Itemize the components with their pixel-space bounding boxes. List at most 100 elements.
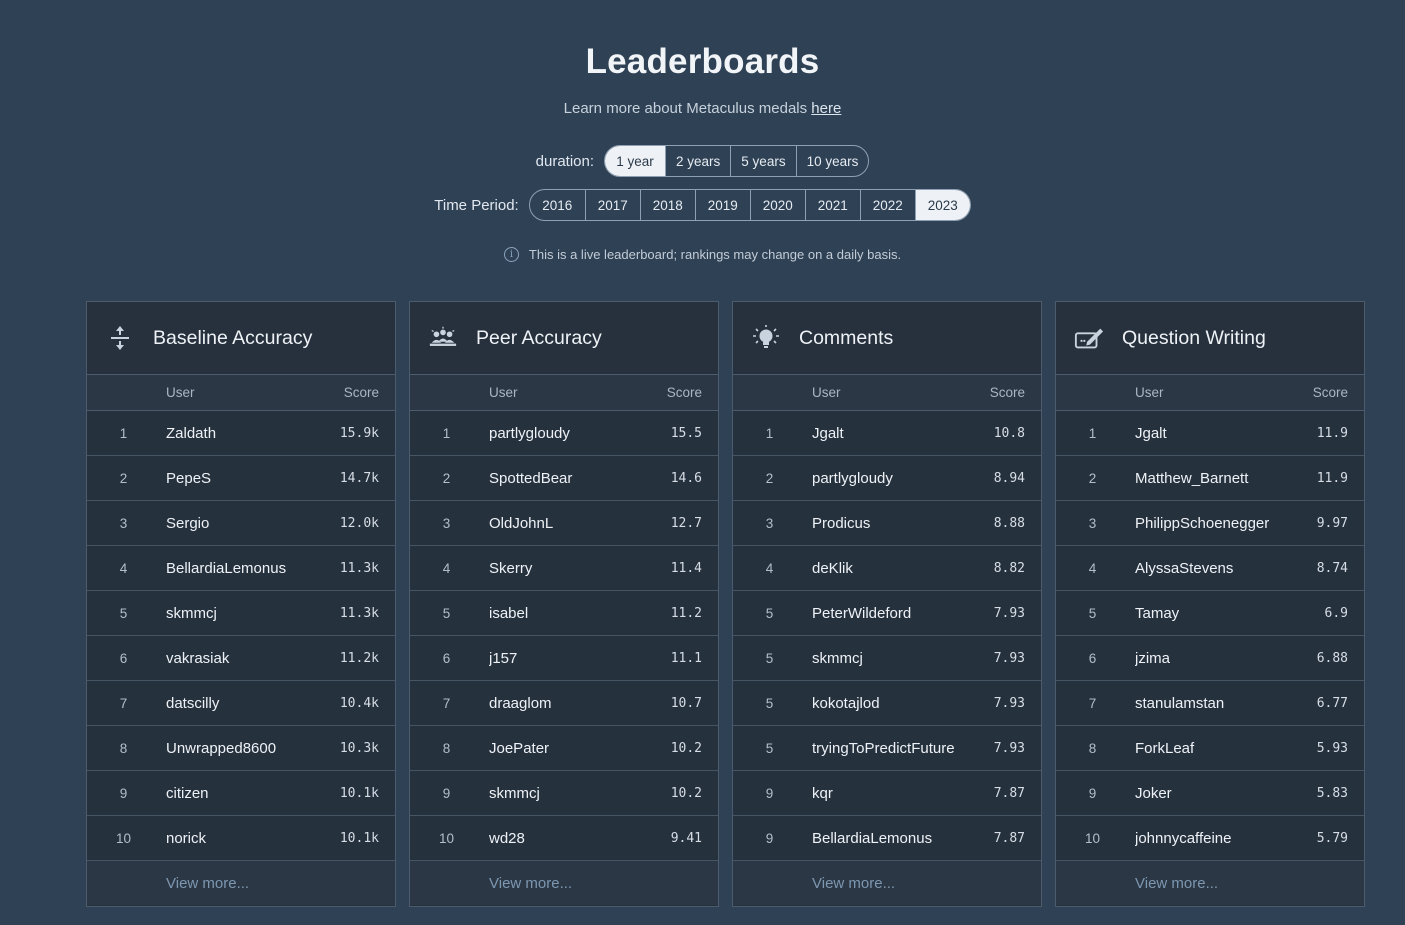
duration-option-10-years[interactable]: 10 years [795,146,869,176]
row-username[interactable]: isabel [489,605,632,622]
row-rank: 8 [442,740,451,756]
period-option-2023[interactable]: 2023 [914,190,970,220]
notice-text: This is a live leaderboard; rankings may… [528,247,902,262]
row-username[interactable]: skmmcj [812,650,955,667]
row-score: 7.87 [993,830,1025,846]
row-username[interactable]: JoePater [489,740,632,757]
row-rank: 3 [119,515,128,531]
row-username[interactable]: tryingToPredictFuture [812,740,955,757]
row-username[interactable]: skmmcj [489,785,632,802]
row-username[interactable]: partlygloudy [812,470,955,487]
view-more-link[interactable]: View more... [733,861,1041,905]
view-more-link[interactable]: View more... [1056,861,1364,905]
row-rank: 8 [119,740,128,756]
row-username[interactable]: skmmcj [166,605,309,622]
row-rank: 3 [1088,515,1097,531]
period-option-2017[interactable]: 2017 [584,190,640,220]
duration-option-5-years[interactable]: 5 years [730,146,795,176]
row-username[interactable]: Sergio [166,515,309,532]
period-option-2020[interactable]: 2020 [749,190,805,220]
row-rank: 4 [1088,560,1097,576]
time-period-label: Time Period: [434,196,519,214]
row-score: 11.2k [339,650,379,666]
row-score: 11.1 [670,650,702,666]
row-username[interactable]: norick [166,830,309,847]
row-username[interactable]: draaglom [489,695,632,712]
board-rows: 1 partlygloudy 15.5 2 SpottedBear 14.6 3 OldJoh… [410,411,718,861]
row-username[interactable]: Prodicus [812,515,955,532]
row-score: 5.83 [1316,785,1348,801]
table-row: 2 PepeS 14.7k [87,456,395,501]
row-username[interactable]: Matthew_Barnett [1135,470,1278,487]
row-username[interactable]: deKlik [812,560,955,577]
row-rank: 2 [1088,470,1097,486]
row-username[interactable]: datscilly [166,695,309,712]
row-score: 10.2 [670,740,702,756]
duration-filter: duration: 1 year 2 years 5 years 10 year… [0,145,1405,177]
row-username[interactable]: partlygloudy [489,425,632,442]
table-row: 9 skmmcj 10.2 [410,771,718,816]
row-rank: 2 [119,470,128,486]
table-row: 5 Tamay 6.9 [1056,591,1364,636]
duration-option-2-years[interactable]: 2 years [665,146,730,176]
page-subtitle: Learn more about Metaculus medals here [0,100,1405,117]
row-score: 8.82 [993,560,1025,576]
row-username[interactable]: BellardiaLemonus [166,560,309,577]
table-row: 3 OldJohnL 12.7 [410,501,718,546]
board-header: Peer Accuracy [410,302,718,375]
row-username[interactable]: Zaldath [166,425,309,442]
row-username[interactable]: PhilippSchoenegger [1135,515,1278,532]
row-rank: 10 [438,830,455,846]
row-username[interactable]: Unwrapped8600 [166,740,309,757]
column-header: User Score [87,375,395,411]
row-username[interactable]: jzima [1135,650,1278,667]
table-row: 3 PhilippSchoenegger 9.97 [1056,501,1364,546]
row-username[interactable]: j157 [489,650,632,667]
period-option-2019[interactable]: 2019 [694,190,750,220]
column-user: User [812,385,841,400]
row-username[interactable]: kokotajlod [812,695,955,712]
row-username[interactable]: Skerry [489,560,632,577]
board-question-writing: Question Writing User Score 1 Jgalt 11.9 2 M… [1055,301,1365,907]
info-icon: i [503,247,519,262]
row-rank: 3 [442,515,451,531]
row-username[interactable]: ForkLeaf [1135,740,1278,757]
table-row: 7 datscilly 10.4k [87,681,395,726]
row-username[interactable]: BellardiaLemonus [812,830,955,847]
row-username[interactable]: PepeS [166,470,309,487]
row-username[interactable]: johnnycaffeine [1135,830,1278,847]
table-row: 5 tryingToPredictFuture 7.93 [733,726,1041,771]
period-option-2018[interactable]: 2018 [639,190,695,220]
row-rank: 10 [115,830,132,846]
row-username[interactable]: Tamay [1135,605,1278,622]
row-username[interactable]: vakrasiak [166,650,309,667]
row-username[interactable]: Jgalt [812,425,955,442]
table-row: 9 citizen 10.1k [87,771,395,816]
row-username[interactable]: kqr [812,785,955,802]
view-more-link[interactable]: View more... [410,861,718,905]
row-username[interactable]: stanulamstan [1135,695,1278,712]
duration-option-1-year[interactable]: 1 year [605,146,666,176]
medals-link[interactable]: here [811,100,841,117]
row-score: 8.94 [993,470,1025,486]
row-username[interactable]: PeterWildeford [812,605,955,622]
row-username[interactable]: Jgalt [1135,425,1278,442]
board-header: Comments [733,302,1041,375]
row-username[interactable]: wd28 [489,830,632,847]
period-option-2016[interactable]: 2016 [530,190,585,220]
row-username[interactable]: AlyssaStevens [1135,560,1278,577]
row-username[interactable]: OldJohnL [489,515,632,532]
row-rank: 5 [765,605,774,621]
row-score: 15.9k [339,425,379,441]
column-score: Score [343,385,379,400]
row-username[interactable]: SpottedBear [489,470,632,487]
row-rank: 4 [442,560,451,576]
row-score: 15.5 [670,425,702,441]
row-rank: 9 [1088,785,1097,801]
table-row: 4 BellardiaLemonus 11.3k [87,546,395,591]
period-option-2022[interactable]: 2022 [859,190,915,220]
row-username[interactable]: citizen [166,785,309,802]
view-more-link[interactable]: View more... [87,861,395,905]
row-username[interactable]: Joker [1135,785,1278,802]
period-option-2021[interactable]: 2021 [804,190,860,220]
